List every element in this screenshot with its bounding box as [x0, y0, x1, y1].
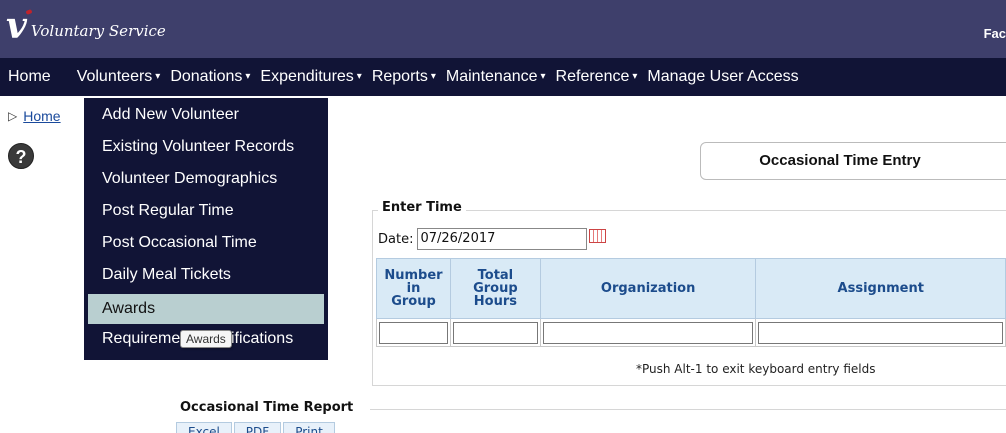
menu-item-daily-meal-tickets[interactable]: Daily Meal Tickets [84, 262, 328, 294]
date-label: Date: [378, 231, 414, 247]
nav-reference[interactable]: Reference ▾ [556, 68, 638, 86]
col-organization: Organization [539, 258, 757, 319]
menu-item-add-new-volunteer[interactable]: Add New Volunteer [84, 102, 328, 134]
menu-item-volunteer-demographics[interactable]: Volunteer Demographics [84, 166, 328, 198]
chevron-down-icon: ▾ [155, 71, 161, 82]
volunteers-dropdown-menu: Add New Volunteer Existing Volunteer Rec… [84, 98, 328, 360]
nav-expenditures[interactable]: Expenditures ▾ [260, 68, 361, 86]
nav-reference-label: Reference [555, 68, 630, 85]
total-group-hours-input[interactable] [452, 321, 538, 344]
chevron-down-icon: ▾ [430, 71, 436, 82]
keyboard-exit-note: *Push Alt-1 to exit keyboard entry field… [636, 362, 876, 376]
col-total-group-hours: Total Group Hours [449, 258, 541, 319]
app-header: v Voluntary Service Fac [0, 0, 1006, 58]
nav-volunteers[interactable]: Volunteers ▾ [77, 68, 161, 86]
chevron-down-icon: ▾ [356, 71, 362, 82]
page-title-text: Occasional Time Entry [759, 152, 921, 169]
col-assignment: Assignment [755, 258, 1006, 319]
breadcrumb-home-link[interactable]: Home [23, 108, 60, 124]
menu-item-awards[interactable]: Awards [88, 294, 324, 324]
report-export-buttons: Excel PDF Print [176, 422, 337, 433]
table-header-row: Number in Group Total Group Hours Organi… [376, 258, 1006, 319]
facility-label: Fac [983, 26, 1006, 41]
cell-assignment [755, 318, 1006, 347]
chevron-down-icon: ▾ [540, 71, 546, 82]
nav-maintenance[interactable]: Maintenance ▾ [446, 68, 546, 86]
excel-button[interactable]: Excel [176, 422, 232, 433]
print-button[interactable]: Print [283, 422, 335, 433]
table-row [376, 318, 1006, 347]
report-legend: Occasional Time Report [180, 400, 360, 415]
awards-tooltip: Awards [180, 330, 232, 348]
cell-organization [539, 318, 757, 347]
date-row: Date: 07/26/2017 [378, 228, 607, 250]
calendar-icon[interactable] [589, 229, 607, 243]
logo-mark-icon: v [6, 5, 27, 47]
time-entry-table: Number in Group Total Group Hours Organi… [376, 258, 1006, 347]
nav-manage-user-access[interactable]: Manage User Access [647, 68, 798, 86]
nav-volunteers-label: Volunteers [76, 68, 153, 85]
cell-total-group-hours [449, 318, 541, 347]
nav-donations-label: Donations [170, 68, 243, 85]
chevron-down-icon: ▾ [245, 71, 251, 82]
nav-maintenance-label: Maintenance [445, 68, 538, 85]
enter-time-legend: Enter Time [378, 200, 466, 215]
nav-expenditures-label: Expenditures [260, 68, 354, 85]
app-name: Voluntary Service [30, 22, 166, 40]
nav-home[interactable]: Home [8, 68, 51, 86]
menu-item-existing-volunteer-records[interactable]: Existing Volunteer Records [84, 134, 328, 166]
report-fieldset-border [370, 409, 1006, 410]
col-header-line: Hours [473, 294, 517, 309]
number-in-group-input[interactable] [379, 321, 448, 344]
breadcrumb: ▷ Home [8, 108, 61, 124]
main-nav: Home Volunteers ▾ Donations ▾ Expenditures… [0, 58, 1006, 96]
date-input[interactable]: 07/26/2017 [417, 228, 588, 250]
menu-item-post-occasional-time[interactable]: Post Occasional Time [84, 230, 328, 262]
cell-number-in-group [376, 318, 451, 347]
app-logo[interactable]: v Voluntary Service [6, 8, 166, 44]
page-title: Occasional Time Entry [700, 142, 1006, 180]
pdf-button[interactable]: PDF [233, 422, 282, 433]
col-header-line: Group [391, 294, 436, 309]
nav-reports[interactable]: Reports ▾ [372, 68, 436, 86]
menu-item-post-regular-time[interactable]: Post Regular Time [84, 198, 328, 230]
chevron-down-icon: ▾ [632, 71, 638, 82]
nav-reports-label: Reports [371, 68, 428, 85]
breadcrumb-triangle-icon: ▷ [8, 109, 18, 123]
help-icon[interactable]: ? [8, 143, 34, 169]
assignment-input[interactable] [758, 321, 1003, 344]
col-number-in-group: Number in Group [376, 258, 451, 319]
organization-input[interactable] [542, 321, 754, 344]
nav-donations[interactable]: Donations ▾ [170, 68, 250, 86]
